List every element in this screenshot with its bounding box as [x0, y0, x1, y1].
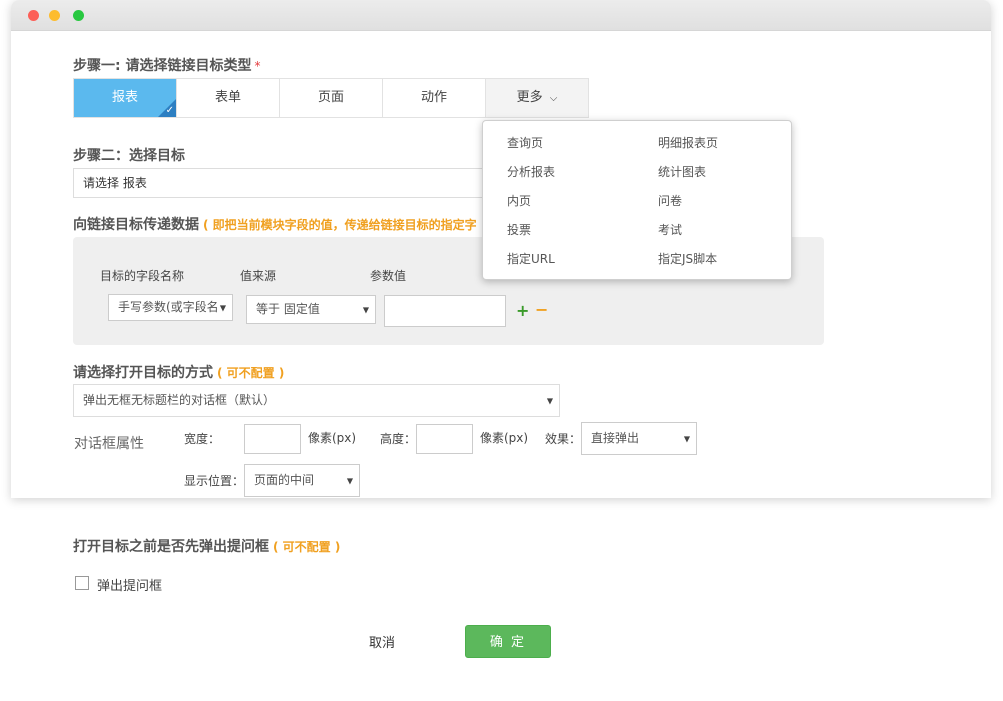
- width-label: 宽度：: [184, 432, 221, 446]
- target-select[interactable]: 请选择 报表: [73, 168, 493, 198]
- menu-item-js-script[interactable]: 指定JS脚本: [658, 250, 717, 267]
- check-icon: ✓: [165, 105, 174, 116]
- dropdown-arrow-icon: ▼: [362, 305, 369, 314]
- ok-button[interactable]: 确 定: [465, 625, 551, 658]
- pass-data-title-text: 向链接目标传递数据: [73, 217, 199, 233]
- open-mode-select[interactable]: 弹出无框无标题栏的对话框（默认） ▼: [73, 384, 560, 417]
- col-param-value: 参数值: [370, 269, 407, 283]
- tab-action[interactable]: 动作: [383, 79, 486, 117]
- step1-title: 步骤一: 请选择链接目标类型 *: [73, 55, 260, 75]
- confirm-prompt-title: 打开目标之前是否先弹出提问框 ( 可不配置 ): [73, 536, 340, 556]
- window-titlebar: [11, 0, 991, 31]
- height-unit: 像素(px): [480, 431, 529, 445]
- menu-item-questionnaire[interactable]: 问卷: [658, 192, 682, 209]
- menu-item-query-page[interactable]: 查询页: [507, 134, 543, 151]
- add-param-button[interactable]: +: [516, 301, 529, 320]
- confirm-prompt-title-text: 打开目标之前是否先弹出提问框: [73, 539, 269, 555]
- dialog-props-label: 对话框属性: [74, 436, 144, 452]
- effect-select-value: 直接弹出: [591, 431, 640, 445]
- required-mark: *: [254, 59, 261, 73]
- confirm-prompt-hint: ( 可不配置 ): [273, 540, 341, 554]
- position-select[interactable]: 页面的中间 ▼: [244, 464, 360, 497]
- menu-item-stat-chart[interactable]: 统计图表: [658, 163, 706, 180]
- width-unit: 像素(px): [308, 431, 357, 445]
- tab-label: 页面: [317, 90, 344, 105]
- open-mode-title: 请选择打开目标的方式 ( 可不配置 ): [73, 362, 284, 382]
- minimize-window-button[interactable]: [49, 10, 60, 21]
- field-name-select-value: 手写参数(或字段名: [118, 300, 219, 314]
- param-value-input[interactable]: [384, 295, 506, 327]
- tab-more[interactable]: 更多 ⌵: [486, 79, 588, 117]
- height-input[interactable]: [416, 424, 473, 454]
- dropdown-arrow-icon: ▼: [346, 476, 353, 485]
- tab-label: 表单: [214, 90, 241, 105]
- value-source-select-value: 等于 固定值: [256, 302, 320, 316]
- field-name-select[interactable]: 手写参数(或字段名 ▼: [108, 294, 233, 321]
- dropdown-arrow-icon: ▼: [217, 295, 226, 320]
- remove-param-button[interactable]: −: [535, 300, 548, 319]
- tab-form[interactable]: 表单: [177, 79, 280, 117]
- more-dropdown-menu: 查询页 明细报表页 分析报表 统计图表 内页 问卷 投票 考试 指定URL 指定…: [482, 120, 792, 280]
- position-select-value: 页面的中间: [254, 473, 315, 487]
- target-type-tabs: 报表 ✓ 表单 页面 动作 更多 ⌵: [73, 78, 589, 118]
- open-mode-select-value: 弹出无框无标题栏的对话框（默认）: [83, 393, 276, 407]
- menu-item-detail-report-page[interactable]: 明细报表页: [658, 134, 718, 151]
- pass-data-hint: ( 即把当前模块字段的值，传递给链接目标的指定字: [203, 218, 477, 232]
- tab-page[interactable]: 页面: [280, 79, 383, 117]
- confirm-prompt-checkbox[interactable]: [75, 576, 89, 590]
- menu-item-analysis-report[interactable]: 分析报表: [507, 163, 555, 180]
- tab-report[interactable]: 报表 ✓: [74, 79, 177, 117]
- confirm-prompt-checkbox-label[interactable]: 弹出提问框: [97, 575, 162, 594]
- cancel-button[interactable]: 取消: [369, 632, 395, 651]
- step2-title: 步骤二：选择目标: [73, 148, 185, 164]
- tab-label: 报表: [111, 90, 138, 105]
- tab-label: 更多: [516, 90, 543, 105]
- col-value-source: 值来源: [240, 269, 277, 283]
- position-label: 显示位置：: [184, 474, 245, 488]
- maximize-window-button[interactable]: [73, 10, 84, 21]
- dropdown-arrow-icon: ▼: [546, 396, 553, 405]
- col-field-name: 目标的字段名称: [100, 269, 185, 283]
- width-input[interactable]: [244, 424, 301, 454]
- tab-label: 动作: [420, 90, 447, 105]
- pass-data-title: 向链接目标传递数据 ( 即把当前模块字段的值，传递给链接目标的指定字: [73, 214, 477, 234]
- menu-item-url[interactable]: 指定URL: [507, 250, 555, 267]
- dropdown-arrow-icon: ▼: [683, 434, 690, 443]
- effect-label: 效果：: [545, 432, 582, 446]
- menu-item-inner-page[interactable]: 内页: [507, 192, 531, 209]
- open-mode-hint: ( 可不配置 ): [217, 366, 285, 380]
- step1-title-text: 步骤一: 请选择链接目标类型: [73, 58, 252, 74]
- effect-select[interactable]: 直接弹出 ▼: [581, 422, 697, 455]
- menu-item-vote[interactable]: 投票: [507, 221, 531, 238]
- value-source-select[interactable]: 等于 固定值 ▼: [246, 295, 376, 324]
- height-label: 高度：: [380, 432, 417, 446]
- open-mode-title-text: 请选择打开目标的方式: [73, 365, 213, 381]
- chevron-down-icon: ⌵: [549, 93, 558, 104]
- menu-item-exam[interactable]: 考试: [658, 221, 682, 238]
- close-window-button[interactable]: [28, 10, 39, 21]
